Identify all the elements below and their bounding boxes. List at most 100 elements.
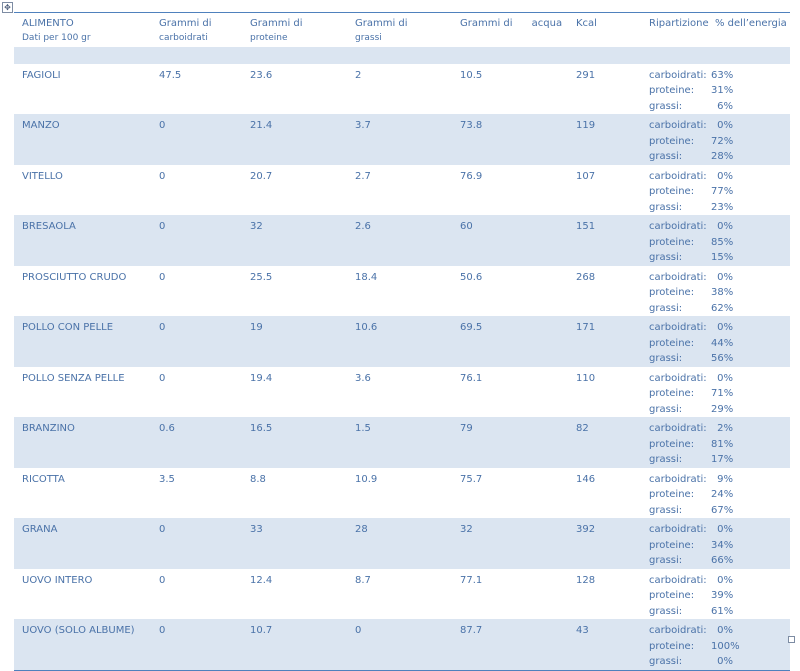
cell-carboidrati: 0 — [151, 518, 242, 569]
energy-line-grassi: grassi: 66% — [649, 553, 790, 569]
table-resize-handle-icon[interactable] — [788, 636, 795, 643]
cell-kcal: 128 — [576, 574, 596, 586]
cell-grassi: 2.7 — [355, 170, 371, 182]
cell-grassi: 8.7 — [355, 574, 371, 586]
cell-grassi: 3.6 — [355, 372, 371, 384]
energy-line-carboidrati: carboidrati: 2% — [649, 421, 790, 437]
energy-value-proteine: 31% — [711, 85, 734, 96]
energy-value-proteine: 34% — [711, 539, 734, 551]
cell-grassi: 2 — [355, 69, 362, 81]
cell-ripartizione: carboidrati: 0% proteine: 39% grassi: 61% — [641, 569, 790, 620]
cell-alimento: POLLO SENZA PELLE — [22, 372, 125, 384]
energy-label-proteine: proteine: — [649, 640, 695, 652]
cell-proteine: 23.6 — [250, 69, 273, 81]
cell-carboidrati: 3.5 — [159, 473, 175, 485]
energy-line-carboidrati: carboidrati: 0% — [649, 522, 790, 538]
energy-line-grassi: grassi: 17% — [649, 452, 790, 468]
energy-label-proteine: proteine: — [649, 85, 695, 96]
cell-ripartizione: carboidrati: 0% proteine: 44% grassi: 56% — [641, 316, 790, 367]
energy-line-proteine: proteine: 31% — [649, 83, 790, 99]
energy-label-grassi: grassi: — [649, 252, 683, 263]
energy-label-proteine: proteine: — [649, 236, 695, 248]
energy-value-grassi: 56% — [711, 353, 734, 364]
table-row: RICOTTA 3.5 8.8 10.9 75.7 146 carboidrati: 9% pr… — [14, 468, 790, 519]
energy-value-proteine: 81% — [711, 438, 734, 450]
table-row: BRANZINO 0.6 16.5 1.5 79 82 carboidrati: 2% prot… — [14, 417, 790, 468]
cell-proteine: 19.4 — [250, 372, 273, 384]
energy-line-grassi: grassi: 67% — [649, 503, 790, 519]
energy-label-carboidrati: carboidrati: — [649, 625, 707, 636]
energy-label-proteine: proteine: — [649, 489, 695, 500]
cell-acqua: 69.5 — [452, 316, 568, 367]
energy-label-proteine: proteine: — [649, 186, 695, 197]
header-kcal-label: Kcal — [576, 18, 597, 29]
energy-value-grassi: 6% — [717, 100, 733, 112]
energy-value-carboidrati: 0% — [717, 221, 733, 232]
cell-kcal: 151 — [568, 215, 641, 266]
cell-carboidrati: 47.5 — [159, 69, 182, 81]
cell-ripartizione: carboidrati: 0% proteine: 72% grassi: 28% — [641, 114, 790, 165]
energy-line-proteine: proteine: 81% — [649, 437, 790, 453]
energy-value-grassi: 29% — [711, 403, 734, 415]
energy-label-grassi: grassi: — [649, 201, 683, 213]
cell-kcal: 110 — [576, 372, 596, 384]
energy-label-carboidrati: carboidrati: — [649, 524, 707, 535]
cell-kcal: 291 — [576, 69, 596, 81]
energy-label-grassi: grassi: — [649, 656, 683, 667]
energy-line-carboidrati: carboidrati: 0% — [649, 371, 790, 387]
energy-label-proteine: proteine: — [649, 438, 695, 450]
cell-kcal: 268 — [576, 271, 596, 283]
energy-value-proteine: 100% — [711, 640, 740, 652]
cell-acqua: 73.8 — [452, 114, 568, 165]
cell-grassi: 28 — [347, 518, 452, 569]
energy-value-carboidrati: 2% — [717, 423, 733, 434]
energy-value-proteine: 71% — [711, 388, 734, 399]
nutrition-table: ALIMENTO Dati per 100 gr Grammi di carbo… — [14, 12, 790, 671]
energy-line-proteine: proteine: 85% — [649, 235, 790, 251]
energy-label-carboidrati: carboidrati: — [649, 473, 707, 485]
cell-alimento: MANZO — [14, 114, 151, 165]
cell-proteine: 32 — [242, 215, 347, 266]
cell-acqua: 50.6 — [460, 271, 483, 283]
energy-value-grassi: 66% — [711, 555, 734, 566]
energy-label-grassi: grassi: — [649, 100, 683, 112]
energy-label-carboidrati: carboidrati: — [649, 322, 707, 333]
energy-label-proteine: proteine: — [649, 287, 695, 298]
table-move-handle-icon[interactable]: ✥ — [2, 2, 13, 13]
header-alimento-subtitle: Dati per 100 gr — [22, 33, 91, 43]
table-row: VITELLO 0 20.7 2.7 76.9 107 carboidrati: 0% prot… — [14, 165, 790, 216]
cell-grassi: 3.7 — [347, 114, 452, 165]
header-grassi-line1: Grammi di — [355, 18, 408, 29]
cell-carboidrati: 0 — [159, 574, 166, 586]
energy-value-carboidrati: 0% — [717, 372, 733, 384]
energy-value-grassi: 67% — [711, 504, 734, 516]
cell-ripartizione: carboidrati: 9% proteine: 24% grassi: 67% — [641, 468, 790, 519]
cell-carboidrati: 0 — [151, 215, 242, 266]
header-acqua-label: Grammi di acqua — [460, 18, 563, 29]
energy-label-grassi: grassi: — [649, 302, 683, 314]
energy-line-carboidrati: carboidrati: 9% — [649, 472, 790, 488]
energy-value-carboidrati: 0% — [717, 170, 733, 182]
header-acqua: Grammi di acqua — [452, 13, 568, 47]
energy-line-proteine: proteine: 34% — [649, 538, 790, 554]
energy-value-carboidrati: 0% — [717, 271, 733, 283]
table-header-row: ALIMENTO Dati per 100 gr Grammi di carbo… — [14, 12, 790, 47]
cell-ripartizione: carboidrati: 0% proteine: 34% grassi: 66% — [641, 518, 790, 569]
table-row: POLLO CON PELLE 0 19 10.6 69.5 171 carboidrati… — [14, 316, 790, 367]
cell-ripartizione: carboidrati: 0% proteine: 77% grassi: 23% — [641, 165, 790, 216]
cell-acqua: 60 — [452, 215, 568, 266]
cell-proteine: 20.7 — [250, 170, 273, 182]
cell-carboidrati: 0.6 — [151, 417, 242, 468]
cell-carboidrati: 0 — [151, 316, 242, 367]
cell-carboidrati: 0 — [159, 271, 166, 283]
cell-acqua: 76.9 — [460, 170, 483, 182]
energy-value-grassi: 0% — [717, 656, 733, 667]
energy-line-grassi: grassi: 61% — [649, 604, 790, 620]
cell-kcal: 82 — [568, 417, 641, 468]
cell-grassi: 10.9 — [355, 473, 378, 485]
cell-acqua: 77.1 — [460, 574, 483, 586]
energy-value-carboidrati: 0% — [717, 524, 733, 535]
energy-label-carboidrati: carboidrati: — [649, 221, 707, 232]
energy-value-proteine: 44% — [711, 337, 734, 349]
energy-line-carboidrati: carboidrati: 0% — [649, 623, 790, 639]
